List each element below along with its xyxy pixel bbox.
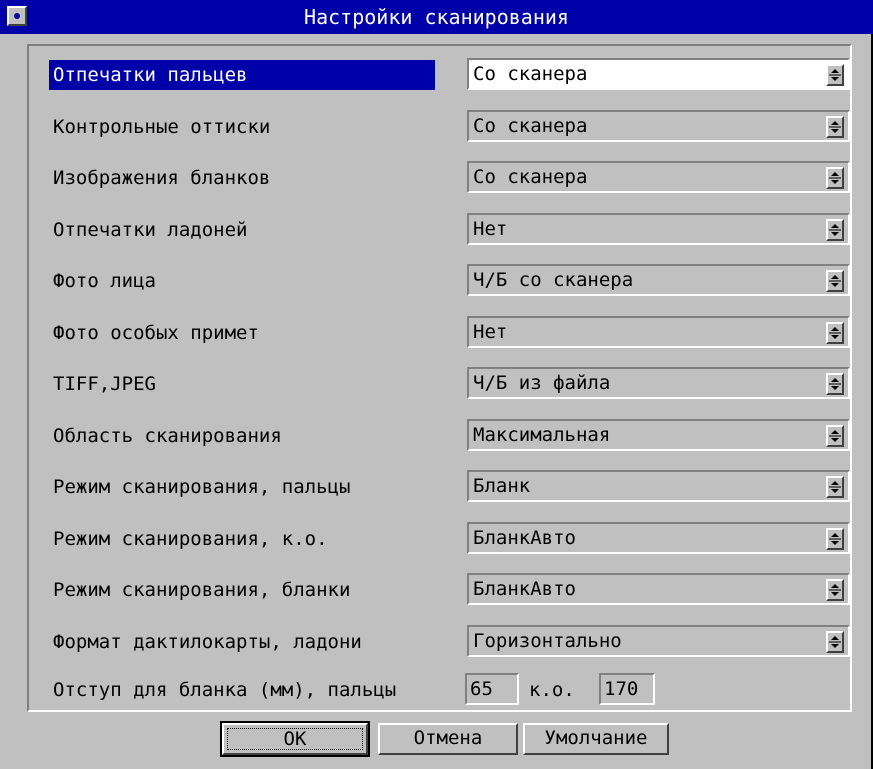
ok-button[interactable]: OK [220, 721, 370, 757]
spin-arrows-icon[interactable] [826, 579, 844, 601]
setting-value: Горизонтально [473, 630, 622, 652]
setting-row: TIFF,JPEG Ч/Б из файла [29, 367, 850, 401]
offset-ko-label: к.о. [529, 679, 575, 701]
setting-value: БланкАвто [473, 527, 576, 549]
setting-label: Изображения бланков [53, 167, 271, 189]
spin-arrows-icon[interactable] [826, 270, 844, 292]
setting-value: Нет [473, 321, 508, 343]
setting-row: Фото лица Ч/Б со сканера [29, 264, 850, 298]
setting-row: Формат дактилокарты, ладони Горизонтально [29, 625, 850, 659]
setting-row: Область сканирования Максимальная [29, 419, 850, 453]
setting-value: Со сканера [473, 63, 588, 85]
offset-ko-field[interactable]: 170 [599, 673, 655, 705]
spin-arrows-icon[interactable] [826, 167, 844, 189]
spin-arrows-icon[interactable] [826, 528, 844, 550]
setting-row: Отпечатки ладоней Нет [29, 213, 850, 247]
setting-row: Режим сканирования, к.о. БланкАвто [29, 522, 850, 556]
setting-label: Фото лица [53, 270, 156, 292]
setting-combo[interactable]: БланкАвто [467, 522, 850, 554]
offset-row: Отступ для бланка (мм), пальцы 65 к.о. 1… [29, 673, 850, 707]
setting-label: Фото особых примет [53, 322, 259, 344]
defaults-button[interactable]: Умолчание [523, 723, 669, 755]
setting-value: БланкАвто [473, 578, 576, 600]
setting-label: Область сканирования [53, 425, 282, 447]
settings-panel: Отпечатки пальцев Со сканера Контрольные о… [27, 44, 852, 712]
setting-label: Режим сканирования, пальцы [53, 476, 351, 498]
setting-combo[interactable]: Со сканера [467, 58, 850, 90]
spin-arrows-icon[interactable] [826, 116, 844, 138]
setting-combo[interactable]: Нет [467, 213, 850, 245]
setting-combo[interactable]: Со сканера [467, 110, 850, 142]
offset-fingers-field[interactable]: 65 [465, 673, 519, 705]
setting-value: Со сканера [473, 166, 588, 188]
setting-row: Режим сканирования, пальцы Бланк [29, 470, 850, 504]
title-bar[interactable]: Настройки сканирования [0, 0, 873, 34]
setting-label: Режим сканирования, к.о. [53, 528, 328, 550]
spin-arrows-icon[interactable] [826, 631, 844, 653]
setting-value: Максимальная [473, 424, 611, 446]
setting-combo[interactable]: Максимальная [467, 419, 850, 451]
setting-row: Режим сканирования, бланки БланкАвто [29, 573, 850, 607]
setting-value: Нет [473, 218, 508, 240]
spin-arrows-icon[interactable] [826, 322, 844, 344]
setting-label: Отпечатки ладоней [53, 219, 248, 241]
cancel-button[interactable]: Отмена [378, 723, 518, 755]
setting-label: Отпечатки пальцев [49, 60, 435, 90]
setting-combo[interactable]: Бланк [467, 470, 850, 502]
scan-settings-dialog: Настройки сканирования Отпечатки пальцев… [0, 0, 873, 769]
setting-label: Формат дактилокарты, ладони [53, 631, 362, 653]
offset-label: Отступ для бланка (мм), пальцы [53, 679, 397, 701]
setting-row: Контрольные оттиски Со сканера [29, 110, 850, 144]
spin-arrows-icon[interactable] [826, 64, 844, 86]
setting-value: Ч/Б со сканера [473, 269, 634, 291]
setting-combo[interactable]: БланкАвто [467, 573, 850, 605]
setting-row: Изображения бланков Со сканера [29, 161, 850, 195]
setting-combo[interactable]: Ч/Б со сканера [467, 264, 850, 296]
setting-row: Отпечатки пальцев Со сканера [29, 58, 850, 92]
spin-arrows-icon[interactable] [826, 425, 844, 447]
setting-combo[interactable]: Со сканера [467, 161, 850, 193]
setting-combo[interactable]: Ч/Б из файла [467, 367, 850, 399]
setting-label: Режим сканирования, бланки [53, 579, 351, 601]
setting-value: Бланк [473, 475, 531, 497]
spin-arrows-icon[interactable] [826, 476, 844, 498]
setting-label: Контрольные оттиски [53, 116, 271, 138]
ok-button-label: OK [227, 728, 363, 750]
setting-row: Фото особых примет Нет [29, 316, 850, 350]
setting-combo[interactable]: Нет [467, 316, 850, 348]
setting-value: Ч/Б из файла [473, 372, 611, 394]
setting-combo[interactable]: Горизонтально [467, 625, 850, 657]
spin-arrows-icon[interactable] [826, 219, 844, 241]
spin-arrows-icon[interactable] [826, 373, 844, 395]
setting-label: TIFF,JPEG [53, 373, 156, 395]
window-title: Настройки сканирования [304, 5, 569, 29]
setting-value: Со сканера [473, 115, 588, 137]
